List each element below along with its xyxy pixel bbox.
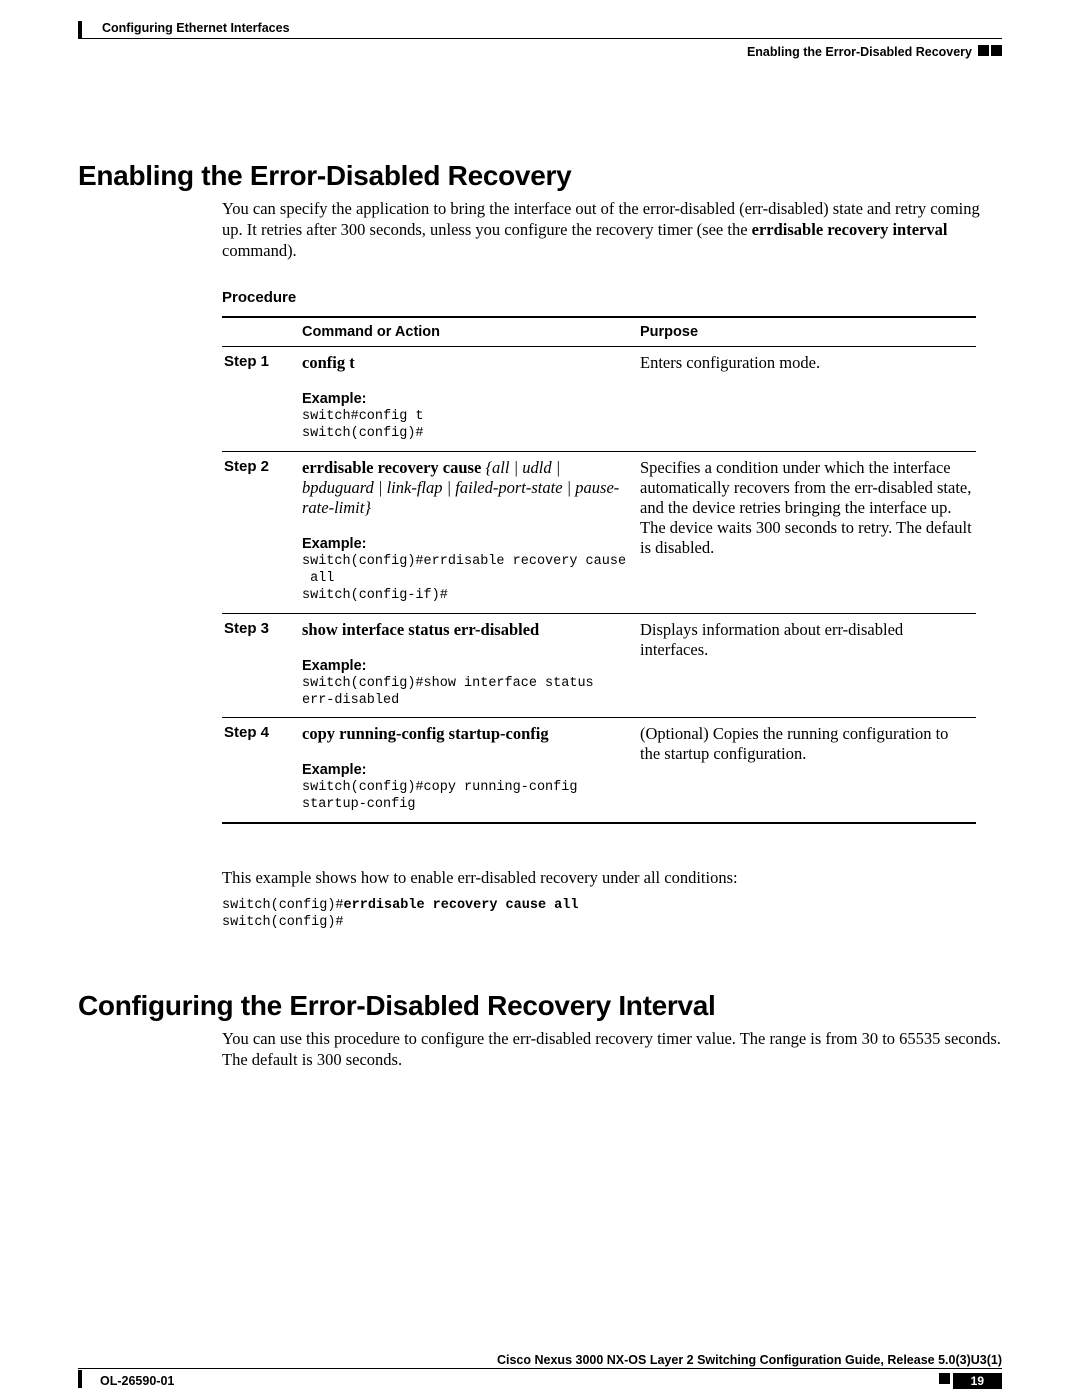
table-row: Step 4 copy running-config startup-confi… bbox=[222, 718, 976, 823]
page: Configuring Ethernet Interfaces Enabling… bbox=[0, 0, 1080, 1397]
text: This example shows how to enable err-dis… bbox=[222, 868, 1002, 888]
page-number: 19 bbox=[953, 1373, 1002, 1389]
purpose-cell: (Optional) Copies the running configurat… bbox=[638, 718, 976, 823]
command-text: copy running-config startup-config bbox=[302, 724, 549, 743]
footer-mark-icon bbox=[78, 1370, 82, 1388]
command-text: config t bbox=[302, 353, 355, 372]
table-row: Step 3 show interface status err-disable… bbox=[222, 613, 976, 718]
chapter-title: Configuring Ethernet Interfaces bbox=[102, 21, 290, 35]
footer-rule bbox=[78, 1368, 1002, 1369]
intro-paragraph: You can use this procedure to configure … bbox=[222, 1028, 1002, 1070]
purpose-cell: Specifies a condition under which the in… bbox=[638, 452, 976, 614]
command-text: errdisable recovery cause bbox=[302, 458, 481, 477]
table-row: Step 1 config t Example: switch#config t… bbox=[222, 347, 976, 452]
intro-paragraph: You can specify the application to bring… bbox=[222, 198, 1002, 261]
step-cell: Step 3 bbox=[222, 613, 300, 718]
step-cell: Step 2 bbox=[222, 452, 300, 614]
header-rule bbox=[78, 38, 1002, 39]
command-cell: errdisable recovery cause {all | udld | … bbox=[300, 452, 638, 614]
table-header-row: Command or Action Purpose bbox=[222, 317, 976, 347]
code-block: switch(config)#errdisable recovery cause… bbox=[302, 554, 634, 605]
example-label: Example: bbox=[302, 762, 634, 778]
text-bold: errdisable recovery interval bbox=[752, 220, 948, 239]
code-plain: switch(config)# bbox=[222, 898, 344, 913]
example-label: Example: bbox=[302, 536, 634, 552]
command-cell: copy running-config startup-config Examp… bbox=[300, 718, 638, 823]
procedure-table: Command or Action Purpose Step 1 config … bbox=[222, 316, 976, 824]
section-title: Enabling the Error-Disabled Recovery bbox=[747, 45, 972, 59]
purpose-cell: Enters configuration mode. bbox=[638, 347, 976, 452]
command-cell: config t Example: switch#config t switch… bbox=[300, 347, 638, 452]
command-cell: show interface status err-disabled Examp… bbox=[300, 613, 638, 718]
command-text: show interface status err-disabled bbox=[302, 620, 539, 639]
step-cell: Step 1 bbox=[222, 347, 300, 452]
code-bold: errdisable recovery cause all bbox=[344, 898, 579, 913]
header-square-icon bbox=[991, 45, 1002, 56]
heading-2: Configuring the Error-Disabled Recovery … bbox=[78, 990, 1002, 1022]
purpose-cell: Displays information about err-disabled … bbox=[638, 613, 976, 718]
code-block: switch(config)#show interface status err… bbox=[302, 676, 634, 710]
table-row: Step 2 errdisable recovery cause {all | … bbox=[222, 452, 976, 614]
document-id: OL-26590-01 bbox=[100, 1374, 174, 1388]
procedure-heading: Procedure bbox=[222, 289, 1002, 306]
example-label: Example: bbox=[302, 391, 634, 407]
col-step bbox=[222, 317, 300, 347]
example-label: Example: bbox=[302, 658, 634, 674]
page-footer: Cisco Nexus 3000 NX-OS Layer 2 Switching… bbox=[78, 1368, 1002, 1369]
heading-1: Enabling the Error-Disabled Recovery bbox=[78, 160, 1002, 192]
book-title: Cisco Nexus 3000 NX-OS Layer 2 Switching… bbox=[497, 1353, 1002, 1367]
footer-square-icon bbox=[939, 1373, 950, 1384]
header-mark-icon bbox=[78, 21, 82, 39]
col-purpose: Purpose bbox=[638, 317, 976, 347]
post-example: This example shows how to enable err-dis… bbox=[222, 868, 1002, 932]
code-block: switch(config)#errdisable recovery cause… bbox=[222, 898, 1002, 932]
text: command). bbox=[222, 241, 297, 260]
col-command: Command or Action bbox=[300, 317, 638, 347]
step-cell: Step 4 bbox=[222, 718, 300, 823]
code-block: switch#config t switch(config)# bbox=[302, 409, 634, 443]
code-plain: switch(config)# bbox=[222, 915, 344, 930]
code-block: switch(config)#copy running-config start… bbox=[302, 780, 634, 814]
page-header: Configuring Ethernet Interfaces Enabling… bbox=[78, 24, 1002, 60]
header-square-icon bbox=[978, 45, 989, 56]
